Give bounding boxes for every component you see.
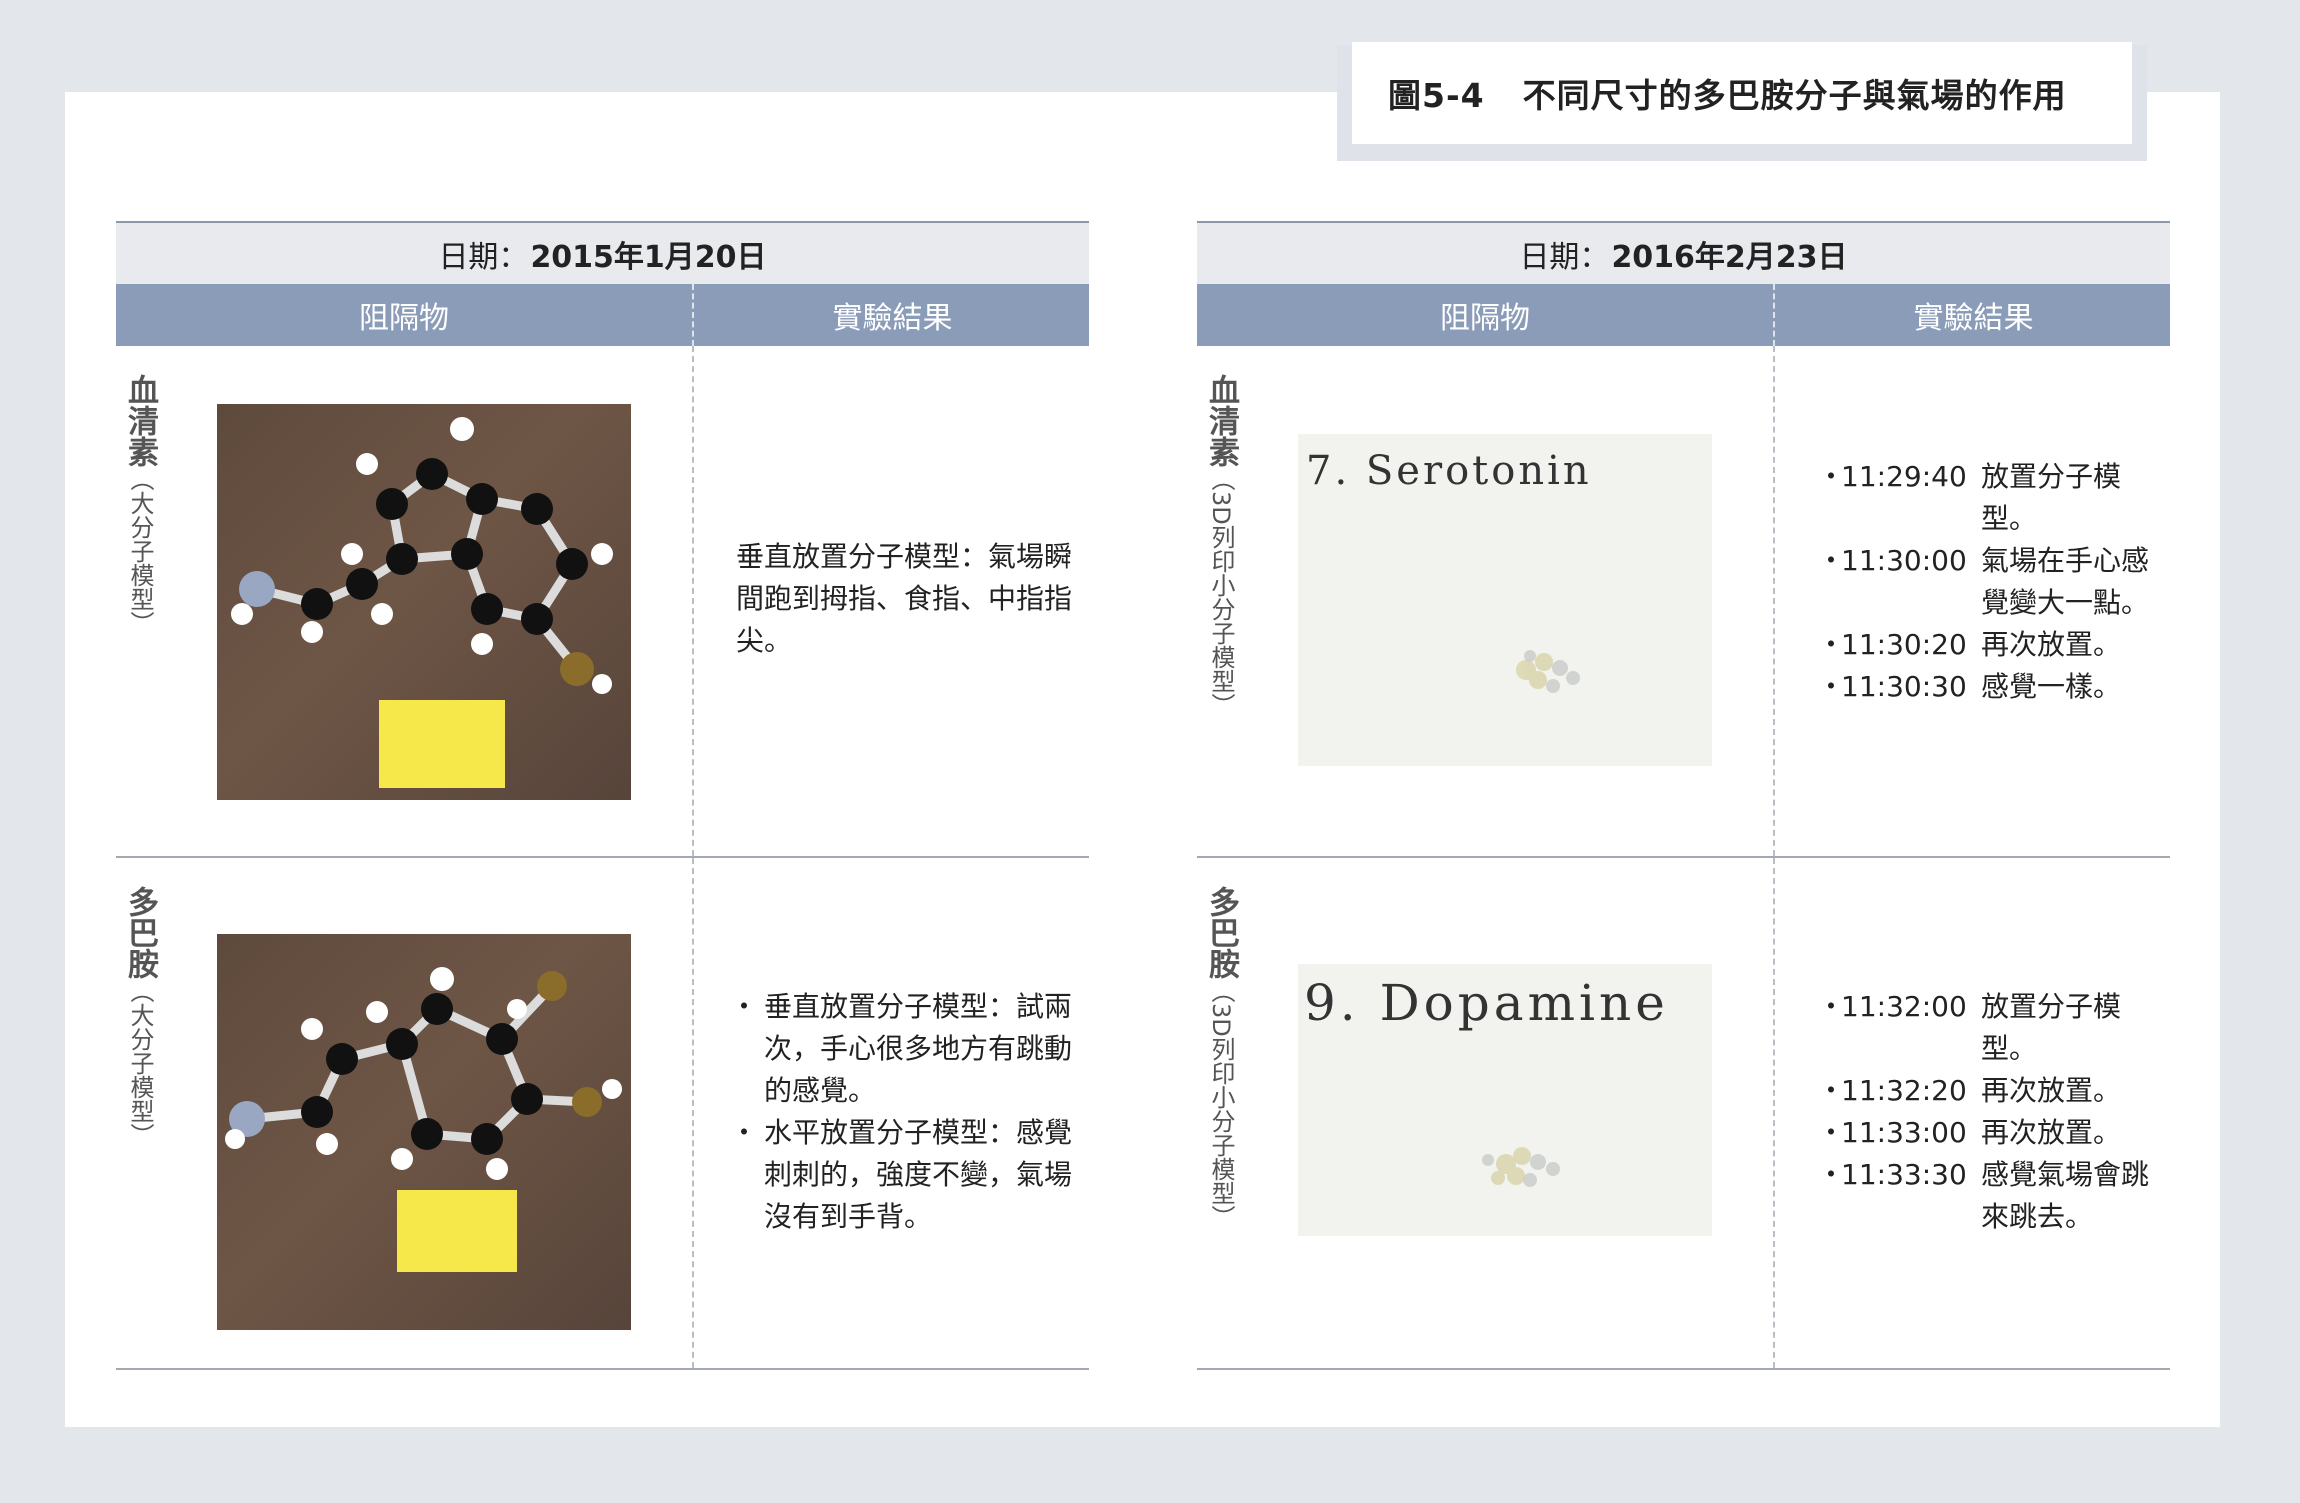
list-item: ・ 11:30:20 再次放置。 [1817, 624, 2157, 666]
row-label: 血清素 （大分子模型） [120, 374, 160, 635]
list-item: ・ 11:32:20 再次放置。 [1817, 1070, 2157, 1112]
time-note: 氣場在手心感覺變大一點。 [1981, 544, 2150, 619]
row-label-sub: （3D列印小分子模型） [1207, 467, 1235, 717]
printed-model-photo: 9. Dopamine [1298, 964, 1712, 1236]
row-label-main: 多巴胺 [122, 886, 158, 979]
date-value: 2015年1月20日 [530, 239, 767, 275]
time-note: 再次放置。 [1981, 1116, 2122, 1149]
time-note: 感覺一樣。 [1981, 670, 2122, 703]
row-label-main: 多巴胺 [1203, 886, 1239, 979]
column-header-result: 實驗結果 [692, 284, 1091, 346]
printed-model-photo: 7. Serotonin [1298, 434, 1712, 766]
list-item: ・ 11:33:00 再次放置。 [1817, 1112, 2157, 1154]
time-stamp: 11:30:00 [1841, 544, 1967, 577]
list-item: 垂直放置分子模型：試兩次，手心很多地方有跳動的感覺。 [730, 986, 1076, 1112]
time-note: 再次放置。 [1981, 628, 2122, 661]
result-list: 垂直放置分子模型：試兩次，手心很多地方有跳動的感覺。 水平放置分子模型：感覺刺刺… [730, 986, 1076, 1238]
column-header-result: 實驗結果 [1773, 284, 2172, 346]
table-row-dopamine-3d: 多巴胺 （3D列印小分子模型） 9. Dopamine ・ 11:32:00 放… [1197, 858, 2170, 1370]
row-label-sub: （大分子模型） [126, 467, 154, 635]
time-note: 感覺氣場會跳來跳去。 [1981, 1158, 2150, 1233]
column-header-barrier: 阻隔物 [1440, 301, 1530, 336]
date-label: 日期： [438, 239, 529, 275]
sticky-note [379, 700, 505, 788]
column-divider [1773, 346, 1775, 856]
column-header-row: 阻隔物 實驗結果 [116, 284, 1089, 346]
time-note: 放置分子模型。 [1981, 460, 2122, 535]
table-row-dopamine: 多巴胺 （大分子模型） ・ 垂直放置分子模型：試兩次，手心很多地方有跳動的感覺。… [116, 858, 1089, 1370]
row-label-sub: （3D列印小分子模型） [1207, 979, 1235, 1229]
time-stamp: 11:30:30 [1841, 670, 1967, 703]
column-divider [692, 346, 694, 856]
row-label: 多巴胺 （3D列印小分子模型） [1201, 886, 1241, 1229]
list-item: ・ 11:32:00 放置分子模型。 [1817, 986, 2157, 1070]
figure-title: 圖5-4 不同尺寸的多巴胺分子與氣場的作用 [1352, 42, 2132, 144]
small-molecule-image [1482, 1147, 1560, 1187]
list-item: ・ 11:33:30 感覺氣場會跳來跳去。 [1817, 1154, 2157, 1238]
result-timeline: ・ 11:32:00 放置分子模型。 ・ 11:32:20 再次放置。 ・ 11:33:0… [1817, 986, 2157, 1238]
table-row-serotonin-3d: 血清素 （3D列印小分子模型） 7. Serotonin ・ 11:29:40 … [1197, 346, 2170, 858]
figure-number: 圖5-4 [1388, 76, 1485, 115]
table-2016: 日期： 2016年2月23日 阻隔物 實驗結果 血清素 （3D列印小分子模型） … [1197, 221, 2170, 1371]
time-stamp: 11:33:00 [1841, 1116, 1967, 1149]
time-stamp: 11:32:00 [1841, 990, 1967, 1023]
date-row: 日期： 2015年1月20日 [116, 221, 1089, 284]
list-item: ・ 11:30:00 氣場在手心感覺變大一點。 [1817, 540, 2157, 624]
row-label-main: 血清素 [122, 374, 158, 467]
table-2015: 日期： 2015年1月20日 阻隔物 實驗結果 血清素 （大分子模型） 垂直放置… [116, 221, 1089, 1371]
column-divider [1773, 858, 1775, 1368]
small-molecule-image [1516, 650, 1580, 693]
result-timeline: ・ 11:29:40 放置分子模型。 ・ 11:30:00 氣場在手心感覺變大一點。 ・… [1817, 456, 2157, 708]
list-item: ・ 11:29:40 放置分子模型。 [1817, 456, 2157, 540]
row-label: 多巴胺 （大分子模型） [120, 886, 160, 1147]
column-header-row: 阻隔物 實驗結果 [1197, 284, 2170, 346]
time-stamp: 11:32:20 [1841, 1074, 1967, 1107]
row-label: 血清素 （3D列印小分子模型） [1201, 374, 1241, 717]
result-text: 垂直放置分子模型：氣場瞬間跑到拇指、食指、中指指尖。 [736, 540, 1073, 657]
time-stamp: 11:30:20 [1841, 628, 1967, 661]
column-header-barrier: 阻隔物 [359, 301, 449, 336]
figure-title-text: 不同尺寸的多巴胺分子與氣場的作用 [1522, 76, 2067, 115]
molecule-photo [217, 404, 631, 800]
date-label: 日期： [1519, 239, 1610, 275]
date-value: 2016年2月23日 [1611, 239, 1848, 275]
date-row: 日期： 2016年2月23日 [1197, 221, 2170, 284]
time-note: 再次放置。 [1981, 1074, 2122, 1107]
time-stamp: 11:33:30 [1841, 1158, 1967, 1191]
time-note: 放置分子模型。 [1981, 990, 2122, 1065]
row-label-sub: （大分子模型） [126, 979, 154, 1147]
time-stamp: 11:29:40 [1841, 460, 1967, 493]
row-label-main: 血清素 [1203, 374, 1239, 467]
molecule-photo [217, 934, 631, 1330]
sticky-note [397, 1190, 517, 1272]
list-item: 水平放置分子模型：感覺刺刺的，強度不變，氣場沒有到手背。 [730, 1112, 1076, 1238]
column-divider [692, 858, 694, 1368]
list-item: ・ 11:30:30 感覺一樣。 [1817, 666, 2157, 708]
table-row-serotonin: 血清素 （大分子模型） 垂直放置分子模型：氣場瞬間跑到拇指、食指、中指指尖。 [116, 346, 1089, 858]
